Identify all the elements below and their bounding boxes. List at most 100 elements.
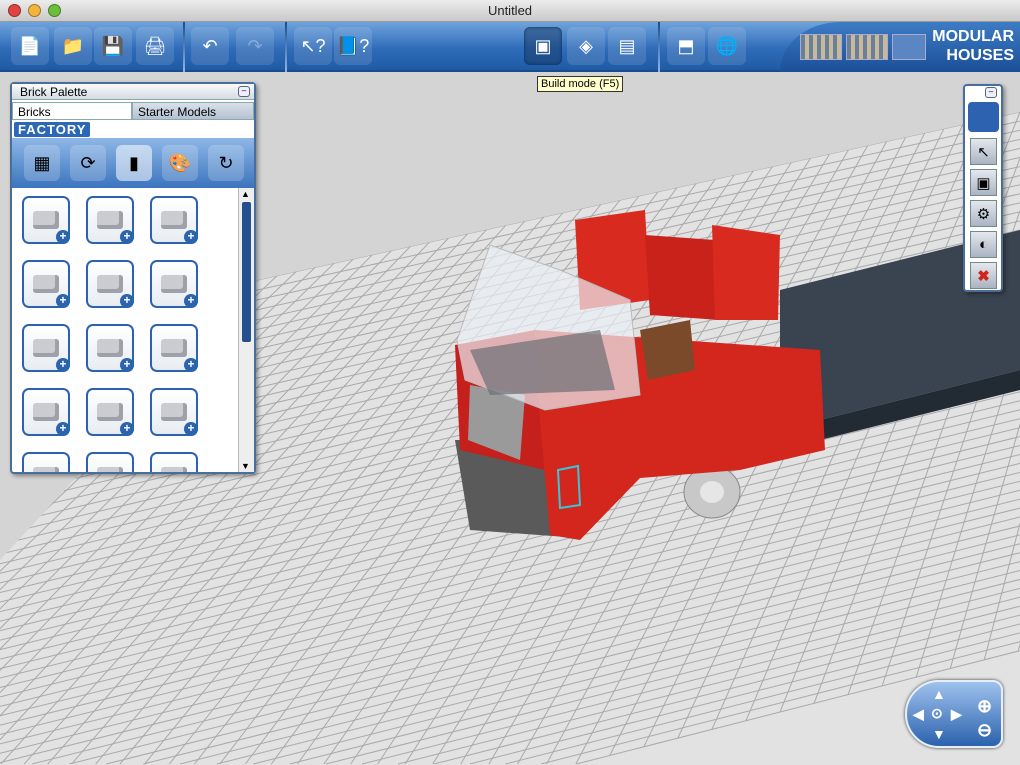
brick-icon [33, 275, 59, 293]
brick-item[interactable]: + [150, 324, 198, 372]
brick-icon [33, 211, 59, 229]
palette-scrollbar[interactable]: ▲ ▼ [238, 188, 254, 472]
paint-category-icon[interactable]: 🎨 [162, 145, 198, 181]
seat [640, 320, 695, 380]
brick-item[interactable]: + [86, 452, 134, 472]
add-icon: + [56, 422, 70, 436]
rotate-right-icon[interactable]: ▶ [951, 706, 962, 723]
add-icon: + [120, 358, 134, 372]
pointer-help-icon: ↖? [300, 35, 326, 56]
brick-item[interactable]: + [86, 324, 134, 372]
palette-title: Brick Palette [12, 84, 254, 100]
add-icon: + [120, 294, 134, 308]
close-window-button[interactable] [8, 4, 21, 17]
new-file-button[interactable]: 📄 [11, 27, 49, 65]
redo-button[interactable]: ↷ [236, 27, 274, 65]
brick-item[interactable]: + [86, 260, 134, 308]
selected-brick-preview [968, 102, 999, 132]
scroll-down-icon[interactable]: ▼ [241, 461, 250, 471]
add-icon: + [184, 230, 198, 244]
brick-item[interactable]: + [22, 452, 70, 472]
brick-icon [97, 403, 123, 421]
tab-bricks[interactable]: Bricks [12, 102, 132, 120]
scroll-up-icon[interactable]: ▲ [241, 189, 250, 199]
brick-item[interactable]: + [22, 324, 70, 372]
brick-category-icon[interactable]: ▦ [24, 145, 60, 181]
refresh-icon[interactable]: ↻ [208, 145, 244, 181]
category-row: ▦ ⟳ ▮ 🎨 ↻ [12, 138, 254, 188]
share-online-icon: 🌐 [715, 35, 739, 56]
print-button[interactable]: 🖨 [136, 27, 174, 65]
rotate-down-icon[interactable]: ▼ [932, 726, 946, 742]
view-mode-button[interactable]: ◈ [567, 27, 605, 65]
brick-item[interactable]: + [150, 388, 198, 436]
colour-category-icon[interactable]: ▮ [116, 145, 152, 181]
add-icon: + [56, 358, 70, 372]
title-bar: Untitled [0, 0, 1020, 22]
add-icon: + [184, 358, 198, 372]
divider [285, 22, 287, 72]
save-icon: 💾 [101, 35, 125, 56]
build-mode-icon: ▣ [534, 35, 552, 56]
export-brick-button[interactable]: ⬒ [667, 27, 705, 65]
minimize-window-button[interactable] [28, 4, 41, 17]
brick-item[interactable]: + [150, 260, 198, 308]
add-icon: + [56, 230, 70, 244]
zoom-in-icon[interactable]: ⊕ [977, 696, 992, 717]
undo-button[interactable]: ↶ [191, 27, 229, 65]
brick-icon [161, 339, 187, 357]
open-folder-button[interactable]: 📁 [54, 27, 92, 65]
brick-item[interactable]: + [86, 388, 134, 436]
view-mode-icon: ◈ [579, 35, 593, 56]
delete-tool-icon[interactable]: ✖ [970, 262, 997, 289]
brick-item[interactable]: + [22, 196, 70, 244]
add-icon: + [120, 422, 134, 436]
theme-thumbnail-1[interactable] [800, 34, 842, 60]
brick-item[interactable]: + [150, 196, 198, 244]
pointer-help-button[interactable]: ↖? [294, 27, 332, 65]
window-title: Untitled [487, 3, 533, 18]
brick-icon [33, 467, 59, 472]
build-mode-button[interactable]: ▣ [524, 27, 562, 65]
brick-icon [161, 403, 187, 421]
rotate-category-icon[interactable]: ⟳ [70, 145, 106, 181]
brick-icon [97, 467, 123, 472]
brick-item[interactable]: + [22, 260, 70, 308]
rotate-up-icon[interactable]: ▲ [932, 686, 946, 702]
minimize-panel-button[interactable]: – [238, 86, 250, 97]
modular-houses-logo[interactable]: MODULAR HOUSES [930, 27, 1014, 65]
share-online-button[interactable]: 🌐 [708, 27, 746, 65]
brick-item[interactable]: + [150, 452, 198, 472]
house-icon[interactable] [892, 34, 926, 60]
scroll-thumb[interactable] [242, 202, 251, 342]
redo-icon: ↷ [247, 35, 263, 56]
zoom-window-button[interactable] [48, 4, 61, 17]
minimize-tools-button[interactable]: – [985, 87, 997, 98]
clone-tool-icon[interactable]: ▣ [970, 169, 997, 196]
rotate-left-icon[interactable]: ◀ [913, 706, 924, 723]
undo-icon: ↶ [202, 35, 218, 56]
building-guide-mode-button[interactable]: ▤ [608, 27, 646, 65]
tab-starter-models[interactable]: Starter Models [132, 102, 254, 120]
factory-theme-label: FACTORY [12, 120, 254, 137]
tool-panel: – ↖ ▣ ⚙ ◐ ✖ [963, 84, 1003, 292]
book-help-button[interactable]: 📘? [334, 27, 372, 65]
reset-view-icon[interactable]: ⊙ [931, 705, 943, 722]
brick-item[interactable]: + [86, 196, 134, 244]
main-toolbar: MODULAR HOUSES 📄 📁 💾 🖨 ↶ ↷ ↖? 📘? ▣ ◈ ▤ ⬒ 🌐 [0, 22, 1020, 72]
brick-icon [33, 403, 59, 421]
book-help-icon: 📘? [336, 35, 370, 56]
brick-grid: + + + + + + + + + + + + + + + [12, 188, 238, 472]
select-tool-icon[interactable]: ↖ [970, 138, 997, 165]
paint-tool-icon[interactable]: ◐ [970, 231, 997, 258]
zoom-out-icon[interactable]: ⊖ [977, 720, 992, 741]
hinge-tool-icon[interactable]: ⚙ [970, 200, 997, 227]
theme-thumbnail-2[interactable] [846, 34, 888, 60]
camera-navigation-control[interactable]: ▲ ▼ ◀ ▶ ⊙ ⊕ ⊖ [905, 680, 1003, 748]
add-icon: + [56, 294, 70, 308]
brick-icon [161, 467, 187, 472]
brick-item[interactable]: + [22, 388, 70, 436]
save-button[interactable]: 💾 [94, 27, 132, 65]
brand-area: MODULAR HOUSES [780, 22, 1020, 72]
divider [658, 22, 660, 72]
